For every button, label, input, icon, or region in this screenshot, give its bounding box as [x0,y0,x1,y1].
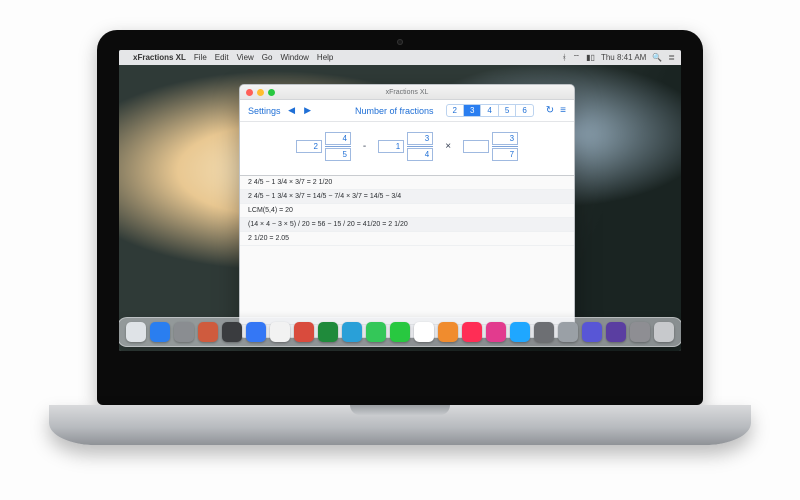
dock-app-20[interactable] [582,322,602,342]
nof-option-2[interactable]: 2 [447,105,463,116]
operator-2[interactable]: × [443,141,453,152]
bluetooth-icon[interactable]: ᚼ [562,50,567,65]
dock-app-14[interactable] [438,322,458,342]
nof-option-4[interactable]: 4 [480,105,497,116]
term2-denominator-input[interactable]: 4 [407,148,433,161]
app-toolbar: Settings ◀ ▶ Number of fractions 2 3 4 5… [240,100,574,122]
laptop-mockup: xFractions XL File Edit View Go Window H… [97,30,703,445]
menubar-status-icons: ᚼ ⌔ ▮▯ Thu 8:41 AM 🔍 ≣ [562,50,675,65]
number-of-fractions-segmented[interactable]: 2 3 4 5 6 [446,104,534,117]
window-close-button[interactable] [246,89,253,96]
dock-app-6[interactable] [246,322,266,342]
spotlight-search-icon[interactable]: 🔍 [652,50,662,65]
nof-option-5[interactable]: 5 [498,105,515,116]
settings-button[interactable]: Settings [248,106,281,116]
dock-app-13[interactable] [414,322,434,342]
solution-step-row: LCM(5,4) = 20 [240,204,574,218]
dock-app-15[interactable] [462,322,482,342]
window-title: xFractions XL [240,89,574,96]
laptop-notch [350,405,450,415]
term3-numerator-input[interactable]: 3 [492,132,518,145]
dock-app-16[interactable] [486,322,506,342]
window-zoom-button[interactable] [268,89,275,96]
term3-denominator-input[interactable]: 7 [492,148,518,161]
notification-center-icon[interactable]: ≣ [668,50,675,65]
term2-whole-input[interactable]: 1 [378,140,404,153]
laptop-screen: xFractions XL File Edit View Go Window H… [119,50,681,351]
dock-app-17[interactable] [510,322,530,342]
dock-app-2[interactable] [150,322,170,342]
solution-steps-area[interactable]: 2 4/5 − 1 3/4 × 3/7 = 2 1/20 2 4/5 − 1 3… [240,176,574,324]
nof-option-3[interactable]: 3 [463,105,480,116]
solution-step-row: 2 4/5 − 1 3/4 × 3/7 = 2 1/20 [240,176,574,190]
dock-app-10[interactable] [342,322,362,342]
fraction-bar [407,146,433,147]
dock-app-22[interactable] [630,322,650,342]
dock-app-8[interactable] [294,322,314,342]
dock-app-1[interactable] [126,322,146,342]
menubar-app-name[interactable]: xFractions XL [133,50,186,65]
dock-app-19[interactable] [558,322,578,342]
menubar-clock[interactable]: Thu 8:41 AM [601,50,646,65]
dock-app-23[interactable] [654,322,674,342]
laptop-base [49,405,751,445]
window-minimize-button[interactable] [257,89,264,96]
dock-app-21[interactable] [606,322,626,342]
fraction-input-row: 2 4 5 - 1 3 4 [240,122,574,176]
nav-back-button[interactable]: ◀ [287,105,297,116]
fraction-bar [325,146,351,147]
dock-app-18[interactable] [534,322,554,342]
dock-app-11[interactable] [366,322,386,342]
dock-app-5[interactable] [222,322,242,342]
laptop-bezel: xFractions XL File Edit View Go Window H… [97,30,703,405]
operator-1[interactable]: - [361,141,368,152]
fraction-term-3: 3 7 [463,132,518,161]
number-of-fractions-label: Number of fractions [355,106,434,116]
camera-dot [397,39,403,45]
battery-icon[interactable]: ▮▯ [586,50,595,65]
solution-step-row: 2 4/5 − 1 3/4 × 3/7 = 14/5 − 7/4 × 3/7 =… [240,190,574,204]
dock-app-4[interactable] [198,322,218,342]
menubar-item-view[interactable]: View [237,50,254,65]
dock-app-3[interactable] [174,322,194,342]
dock-app-9[interactable] [318,322,338,342]
fraction-bar [492,146,518,147]
fraction-term-2: 1 3 4 [378,132,433,161]
menubar-item-go[interactable]: Go [262,50,273,65]
wifi-icon[interactable]: ⌔ [573,50,581,65]
term1-whole-input[interactable]: 2 [296,140,322,153]
term1-denominator-input[interactable]: 5 [325,148,351,161]
solution-step-row: (14 × 4 − 3 × 5) / 20 = 56 − 15 / 20 = 4… [240,218,574,232]
macos-dock[interactable] [119,317,681,347]
refresh-icon[interactable]: ↻ [546,105,554,116]
menubar-item-window[interactable]: Window [280,50,308,65]
dock-app-7[interactable] [270,322,290,342]
dock-app-12[interactable] [390,322,410,342]
app-window: xFractions XL Settings ◀ ▶ Number of fra… [239,84,575,338]
menubar-item-edit[interactable]: Edit [215,50,229,65]
macos-menubar: xFractions XL File Edit View Go Window H… [119,50,681,65]
menubar-item-file[interactable]: File [194,50,207,65]
fraction-term-1: 2 4 5 [296,132,351,161]
solution-step-row: 2 1/20 = 2.05 [240,232,574,246]
term1-numerator-input[interactable]: 4 [325,132,351,145]
window-titlebar[interactable]: xFractions XL [240,85,574,100]
list-menu-icon[interactable]: ≡ [560,105,566,116]
term3-whole-input[interactable] [463,140,489,153]
nav-forward-button[interactable]: ▶ [303,105,313,116]
menubar-item-help[interactable]: Help [317,50,333,65]
nof-option-6[interactable]: 6 [515,105,532,116]
term2-numerator-input[interactable]: 3 [407,132,433,145]
